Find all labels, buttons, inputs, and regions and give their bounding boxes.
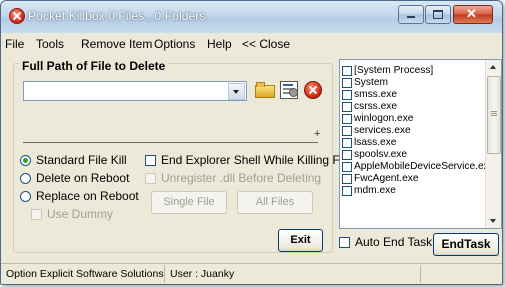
checkbox-icon[interactable] bbox=[342, 186, 352, 196]
close-icon: ✕ bbox=[466, 6, 477, 21]
scroll-up-icon[interactable] bbox=[486, 60, 501, 75]
checkbox-icon[interactable] bbox=[342, 102, 352, 112]
checkbox-icon[interactable] bbox=[342, 126, 352, 136]
menu-options[interactable]: Options bbox=[154, 37, 195, 51]
list-item[interactable]: winlogon.exe bbox=[340, 113, 485, 125]
single-file-button[interactable]: Single File bbox=[151, 191, 227, 214]
minimize-button[interactable] bbox=[398, 5, 424, 24]
list-item[interactable]: csrss.exe bbox=[340, 101, 485, 113]
checkbox-icon[interactable] bbox=[342, 66, 352, 76]
exit-button[interactable]: Exit bbox=[278, 229, 323, 252]
maximize-icon bbox=[433, 10, 443, 19]
radio-selected-icon bbox=[20, 155, 31, 166]
main-pane: Full Path of File to Delete + Standard F… bbox=[3, 54, 352, 257]
file-path-group-title: Full Path of File to Delete bbox=[19, 59, 169, 73]
minimize-icon bbox=[407, 16, 415, 18]
list-item[interactable]: AppleMobileDeviceService.exe bbox=[340, 161, 494, 173]
properties-icon[interactable] bbox=[280, 81, 298, 99]
process-pane: [System Process] System smss.exe csrss.e… bbox=[337, 57, 502, 257]
scroll-down-icon[interactable] bbox=[486, 213, 501, 228]
close-window-button[interactable]: ✕ bbox=[453, 5, 493, 24]
list-item[interactable]: mdm.exe bbox=[340, 185, 485, 197]
checkbox-icon bbox=[145, 173, 156, 184]
checkbox-icon bbox=[31, 209, 42, 220]
status-empty-panel bbox=[421, 265, 502, 283]
main-window: Pocket Killbox 0 Files , 0 Folders ✕ Fil… bbox=[0, 0, 503, 285]
status-user: User : Juanky bbox=[165, 265, 421, 283]
all-files-button[interactable]: All Files bbox=[237, 191, 313, 214]
checkbox-icon[interactable] bbox=[342, 90, 352, 100]
scrollbar-thumb[interactable] bbox=[487, 76, 501, 154]
radio-icon bbox=[20, 191, 31, 202]
list-item[interactable]: System bbox=[340, 77, 485, 89]
status-bar: Option Explicit Software Solutions User … bbox=[1, 263, 502, 284]
checkbox-icon[interactable] bbox=[342, 150, 352, 160]
chevron-down-icon[interactable] bbox=[228, 83, 245, 100]
list-item[interactable]: spoolsv.exe bbox=[340, 149, 485, 161]
list-item[interactable]: FwcAgent.exe bbox=[340, 173, 485, 185]
file-path-combobox[interactable] bbox=[23, 81, 247, 101]
status-company: Option Explicit Software Solutions bbox=[1, 265, 165, 283]
menu-close-panel[interactable]: << Close bbox=[242, 37, 290, 51]
checkbox-icon[interactable] bbox=[342, 114, 352, 124]
folder-icon[interactable] bbox=[255, 82, 275, 98]
menu-file[interactable]: File bbox=[5, 37, 24, 51]
checkbox-icon[interactable] bbox=[342, 78, 352, 88]
checkbox-icon bbox=[145, 155, 156, 166]
app-icon bbox=[9, 8, 25, 24]
title-bar[interactable]: Pocket Killbox 0 Files , 0 Folders ✕ bbox=[1, 1, 502, 34]
list-item[interactable]: smss.exe bbox=[340, 89, 485, 101]
checkbox-icon bbox=[339, 237, 350, 248]
menu-help[interactable]: Help bbox=[207, 37, 232, 51]
plus-icon: + bbox=[314, 128, 321, 140]
checkbox-icon[interactable] bbox=[342, 174, 352, 184]
list-item[interactable]: lsass.exe bbox=[340, 137, 485, 149]
menu-tools[interactable]: Tools bbox=[36, 37, 64, 51]
delete-icon[interactable] bbox=[304, 81, 322, 99]
separator-line bbox=[23, 142, 318, 143]
menu-bar: File Tools Remove Item Options Help << C… bbox=[1, 33, 502, 54]
process-list-scrollbar[interactable] bbox=[485, 60, 501, 228]
end-task-button[interactable]: EndTask bbox=[433, 233, 499, 256]
process-list[interactable]: [System Process] System smss.exe csrss.e… bbox=[339, 59, 502, 229]
list-item[interactable]: [System Process] bbox=[340, 65, 485, 77]
list-item[interactable]: services.exe bbox=[340, 125, 485, 137]
checkbox-icon[interactable] bbox=[342, 162, 352, 172]
grip-icon bbox=[491, 111, 497, 112]
checkbox-icon[interactable] bbox=[342, 138, 352, 148]
menu-remove-item[interactable]: Remove Item bbox=[81, 37, 152, 51]
window-title: Pocket Killbox 0 Files , 0 Folders bbox=[28, 9, 206, 23]
maximize-button[interactable] bbox=[425, 5, 451, 24]
radio-icon bbox=[20, 173, 31, 184]
